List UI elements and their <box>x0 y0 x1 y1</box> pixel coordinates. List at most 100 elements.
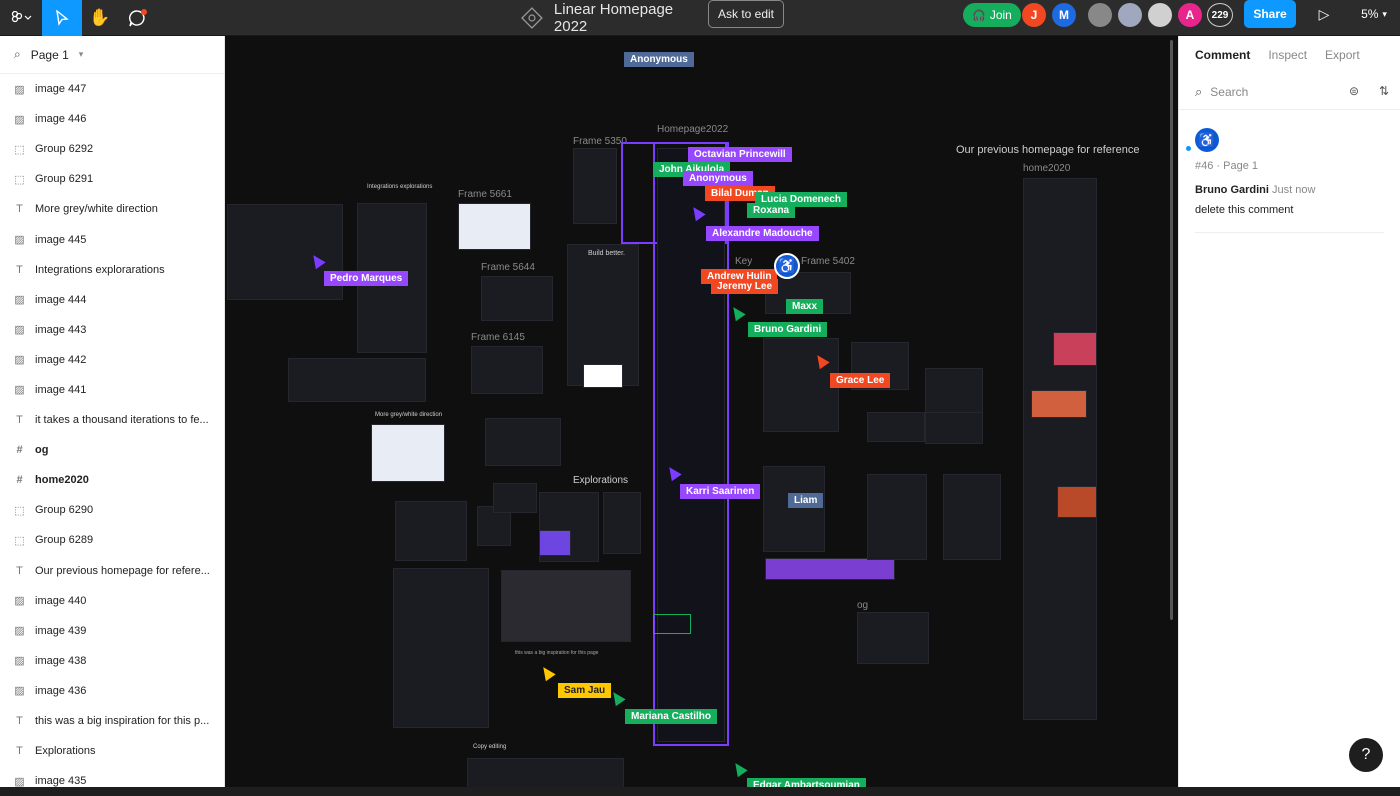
frame-5350[interactable] <box>573 148 617 224</box>
image-frame[interactable] <box>1031 390 1087 418</box>
image-frame[interactable] <box>867 474 927 560</box>
frame-5644[interactable] <box>481 276 553 321</box>
chevron-down-icon: ▾ <box>1382 8 1387 19</box>
share-button[interactable]: Share <box>1244 0 1296 28</box>
image-frame[interactable] <box>583 364 623 388</box>
layer-item[interactable]: T More grey/white direction <box>0 194 224 224</box>
layer-item[interactable]: ▨ image 438 <box>0 646 224 676</box>
divider <box>1195 232 1384 233</box>
layer-item[interactable]: ▨ image 445 <box>0 224 224 254</box>
layer-item[interactable]: T Integrations explorarations <box>0 255 224 285</box>
layer-item[interactable]: T Explorations <box>0 736 224 766</box>
frame-title[interactable]: Key <box>735 256 752 267</box>
frame-title[interactable]: Frame 6145 <box>471 332 525 343</box>
image-frame[interactable] <box>501 570 631 642</box>
layer-label: Our previous homepage for refere... <box>35 564 210 577</box>
frame-5661[interactable] <box>458 203 531 250</box>
frame-title[interactable]: Homepage2022 <box>657 124 728 135</box>
layer-item[interactable]: ▨ image 435 <box>0 766 224 796</box>
layer-label: image 440 <box>35 594 87 607</box>
frame-6145[interactable] <box>471 346 543 394</box>
layer-label: Group 6292 <box>35 143 94 156</box>
main-menu-button[interactable] <box>0 0 42 36</box>
search-input[interactable]: Search <box>1210 85 1248 99</box>
home2020-frame[interactable] <box>1023 178 1097 720</box>
tab-inspect[interactable]: Inspect <box>1268 48 1307 62</box>
search-icon[interactable]: ⌕ <box>14 47 21 62</box>
layer-item[interactable]: ▨ image 447 <box>0 74 224 104</box>
image-frame[interactable] <box>288 358 426 402</box>
image-frame[interactable] <box>485 418 561 466</box>
layer-item[interactable]: ▨ image 436 <box>0 676 224 706</box>
present-button[interactable]: ▷ <box>1312 2 1336 26</box>
layer-item[interactable]: ⬚ Group 6289 <box>0 525 224 555</box>
image-frame[interactable] <box>763 466 825 552</box>
image-frame[interactable] <box>763 338 839 432</box>
layer-item[interactable]: ▨ image 443 <box>0 315 224 345</box>
ask-to-edit-button[interactable]: Ask to edit <box>708 0 784 28</box>
filter-icon[interactable]: ⊜ <box>1349 84 1359 98</box>
layer-item[interactable]: # home2020 <box>0 465 224 495</box>
layer-item[interactable]: ▨ image 442 <box>0 345 224 375</box>
cursor-tag: Octavian Princewill <box>688 147 792 162</box>
layer-item[interactable]: Tthis was a big inspiration for this p..… <box>0 706 224 736</box>
join-audio-button[interactable]: 🎧 Join <box>963 3 1021 27</box>
tab-comment[interactable]: Comment <box>1195 48 1250 62</box>
comment-search[interactable]: ⌕ Search ⊜ ⇅ <box>1179 74 1400 110</box>
avatar-m[interactable]: M <box>1052 3 1076 27</box>
image-frame[interactable] <box>371 424 445 482</box>
image-frame[interactable] <box>493 483 537 513</box>
image-frame[interactable] <box>467 758 624 787</box>
frame-title[interactable]: Frame 5661 <box>458 189 512 200</box>
layer-item[interactable]: ⬚ Group 6290 <box>0 495 224 525</box>
frame-title[interactable]: Frame 5402 <box>801 256 855 267</box>
image-frame[interactable] <box>765 558 895 580</box>
layer-item[interactable]: ▨ image 439 <box>0 616 224 646</box>
layer-item[interactable]: ▨ image 440 <box>0 586 224 616</box>
selection-box-green[interactable] <box>653 614 691 634</box>
tab-export[interactable]: Export <box>1325 48 1360 62</box>
og-frame[interactable] <box>857 612 929 664</box>
accessibility-avatar-icon: ♿ <box>1195 128 1219 152</box>
page-selector[interactable]: ⌕ Page 1 ▾ <box>0 36 224 74</box>
avatar-photo[interactable] <box>1148 3 1172 27</box>
frame-title[interactable]: home2020 <box>1023 163 1070 174</box>
layer-item[interactable]: ▨ image 444 <box>0 285 224 315</box>
settings-sliders-icon[interactable]: ⇅ <box>1379 84 1389 98</box>
layer-item[interactable]: ⬚ Group 6292 <box>0 134 224 164</box>
avatar-photo[interactable] <box>1118 3 1142 27</box>
canvas-scrollbar[interactable] <box>1170 40 1173 620</box>
image-frame[interactable] <box>1053 332 1097 366</box>
image-frame[interactable] <box>1057 486 1097 518</box>
comment-tool-button[interactable] <box>120 0 156 36</box>
layer-item[interactable]: ▨ image 441 <box>0 375 224 405</box>
file-title[interactable]: Linear Homepage 2022 <box>520 0 710 36</box>
help-button[interactable]: ? <box>1349 738 1383 772</box>
design-canvas[interactable]: Integrations explorations More grey/whit… <box>225 36 1178 787</box>
image-frame[interactable] <box>603 492 641 554</box>
layer-item[interactable]: ▨ image 446 <box>0 104 224 134</box>
layer-item[interactable]: # og <box>0 435 224 465</box>
comment-thread[interactable]: ♿ #46 · Page 1 Bruno Gardini Just now de… <box>1179 110 1400 233</box>
image-frame[interactable] <box>395 501 467 561</box>
layer-item[interactable]: ⬚ Group 6291 <box>0 164 224 194</box>
avatar-photo[interactable] <box>1088 3 1112 27</box>
accessibility-icon[interactable]: ♿ <box>774 253 800 279</box>
image-frame[interactable] <box>925 412 983 444</box>
avatar-a[interactable]: A <box>1178 3 1202 27</box>
image-frame[interactable] <box>393 568 489 728</box>
image-frame[interactable] <box>943 474 1001 560</box>
zoom-dropdown[interactable]: 5% ▾ <box>1352 2 1396 26</box>
image-frame[interactable] <box>539 530 571 556</box>
move-tool-button[interactable] <box>42 0 82 36</box>
layer-item[interactable]: T Our previous homepage for refere... <box>0 556 224 586</box>
image-frame[interactable] <box>867 412 925 442</box>
frame-title[interactable]: Frame 5644 <box>481 262 535 273</box>
viewer-count-badge[interactable]: 229 <box>1207 3 1233 27</box>
hand-tool-button[interactable]: ✋ <box>82 0 118 36</box>
frame-title[interactable]: og <box>857 600 868 611</box>
avatar-j[interactable]: J <box>1022 3 1046 27</box>
frame-title[interactable]: Frame 5350 <box>573 136 627 147</box>
image-frame[interactable] <box>925 368 983 416</box>
layer-item[interactable]: Tit takes a thousand iterations to fe... <box>0 405 224 435</box>
